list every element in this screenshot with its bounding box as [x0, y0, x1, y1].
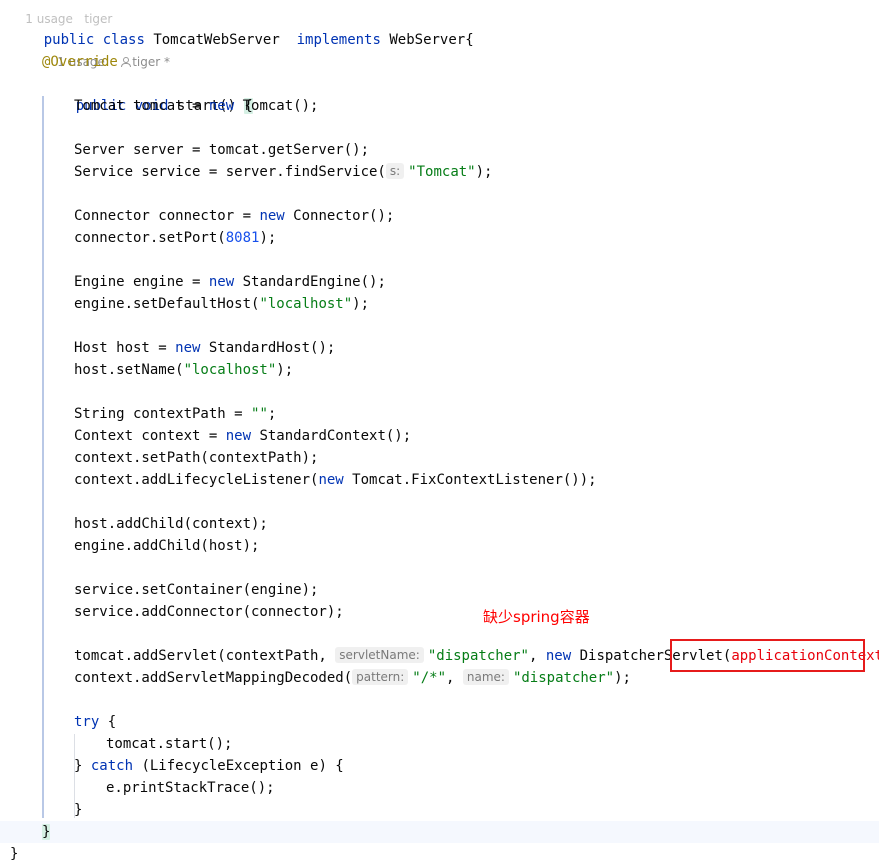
code-line[interactable]: Connector connector = new Connector(); [74, 205, 394, 227]
code-line[interactable]: Engine engine = new StandardEngine(); [74, 271, 386, 293]
code-line[interactable]: tomcat.start(); [106, 733, 232, 755]
code-line[interactable]: context.addServletMappingDecoded(pattern… [74, 667, 631, 689]
param-hint: servletName: [335, 647, 424, 663]
method-declaration[interactable]: public void start() { [42, 73, 253, 114]
code-line[interactable]: engine.setDefaultHost("localhost"); [74, 293, 369, 315]
current-line-highlight [0, 821, 879, 843]
code-line[interactable]: service.setContainer(engine); [74, 579, 318, 601]
code-line[interactable]: } catch (LifecycleException e) { [74, 755, 344, 777]
method-close-brace[interactable]: } [42, 821, 51, 843]
code-line[interactable]: context.setPath(contextPath); [74, 447, 318, 469]
code-line[interactable]: context.addLifecycleListener(new Tomcat.… [74, 469, 597, 491]
class-close-brace[interactable]: } [10, 843, 18, 865]
code-line[interactable]: service.addConnector(connector); [74, 601, 344, 623]
indent-guide-active [42, 96, 44, 818]
code-line[interactable]: connector.setPort(8081); [74, 227, 276, 249]
code-line[interactable]: Host host = new StandardHost(); [74, 337, 335, 359]
code-line[interactable]: String contextPath = ""; [74, 403, 276, 425]
code-line[interactable]: engine.addChild(host); [74, 535, 259, 557]
param-hint: pattern: [352, 669, 409, 685]
code-line[interactable]: Context context = new StandardContext(); [74, 425, 411, 447]
author-icon [120, 57, 132, 67]
code-line[interactable]: Service service = server.findService(s: "… [74, 161, 492, 183]
class-declaration[interactable]: public class TomcatWebServer implements … [10, 7, 474, 48]
code-line[interactable]: } [74, 799, 82, 821]
code-line[interactable]: e.printStackTrace(); [106, 777, 275, 799]
code-editor[interactable]: 1 usage tiger public class TomcatWebServ… [0, 0, 879, 866]
annotation-note: 缺少spring容器 [483, 608, 590, 626]
param-hint: name: [462, 669, 509, 685]
code-line[interactable]: try { [74, 711, 116, 733]
method-usage-hint[interactable]: 1 usage tiger * [42, 29, 170, 69]
author-name: tiger * [132, 55, 170, 69]
override-annotation: @Override [42, 54, 118, 70]
code-line[interactable]: Tomcat tomcat = new Tomcat(); [74, 95, 318, 117]
code-line[interactable]: host.setName("localhost"); [74, 359, 293, 381]
param-hint: s: [385, 163, 405, 179]
highlight-box [670, 639, 865, 672]
code-line[interactable]: host.addChild(context); [74, 513, 268, 535]
code-line[interactable]: Server server = tomcat.getServer(); [74, 139, 369, 161]
